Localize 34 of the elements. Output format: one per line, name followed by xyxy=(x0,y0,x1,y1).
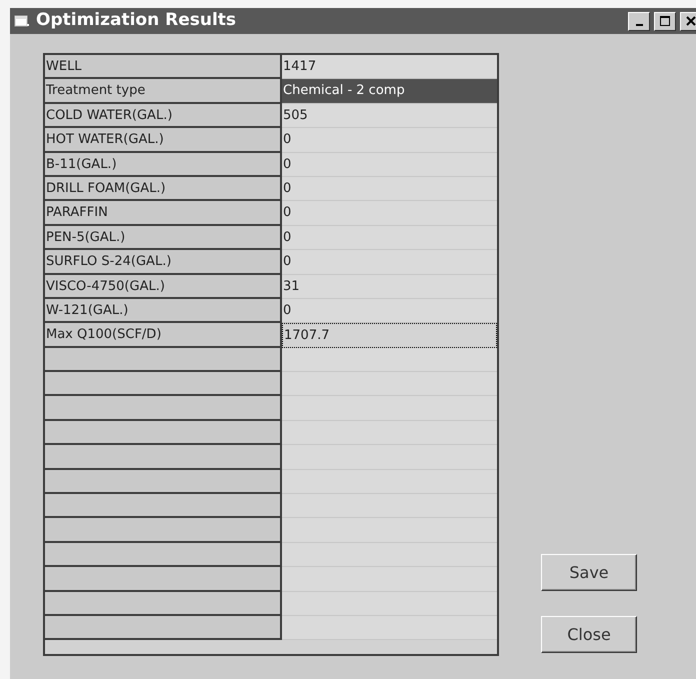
value-cell[interactable]: 0 xyxy=(282,226,497,250)
value-cell[interactable]: 0 xyxy=(282,176,497,202)
window-icon xyxy=(14,14,30,28)
row-label: VISCO-4750(GAL.) xyxy=(45,274,282,299)
window-title: Optimization Results xyxy=(36,9,236,32)
value-cell[interactable]: 0 xyxy=(282,298,497,324)
row-label: Max Q100(SCF/D) xyxy=(45,323,282,348)
row-label: WELL xyxy=(45,55,282,80)
maximize-button[interactable] xyxy=(654,12,676,30)
row-label: DRILL FOAM(GAL.) xyxy=(45,176,282,202)
row-label: COLD WATER(GAL.) xyxy=(45,104,282,128)
close-icon xyxy=(685,15,696,27)
value-cell[interactable]: 31 xyxy=(282,274,497,299)
row-label: W-121(GAL.) xyxy=(45,298,282,324)
row-label: PEN-5(GAL.) xyxy=(45,226,282,250)
row-label: SURFLO S-24(GAL.) xyxy=(45,250,282,275)
minimize-icon xyxy=(636,24,642,26)
value-cell[interactable]: 0 xyxy=(282,250,497,275)
value-cell[interactable]: 1707.7 xyxy=(282,323,497,348)
value-cell[interactable]: Chemical - 2 comp xyxy=(282,79,497,104)
maximize-icon xyxy=(659,15,671,27)
row-label: HOT WATER(GAL.) xyxy=(45,128,282,153)
value-cell[interactable]: 0 xyxy=(282,201,497,226)
row-label: Treatment type xyxy=(45,79,282,104)
value-cell[interactable]: 0 xyxy=(282,128,497,153)
value-cell[interactable]: 505 xyxy=(282,104,497,128)
minimize-button[interactable] xyxy=(628,12,650,30)
row-label: PARAFFIN xyxy=(45,201,282,226)
value-cell[interactable]: 1417 xyxy=(282,55,497,80)
close-button[interactable] xyxy=(680,12,696,30)
value-cell[interactable]: 0 xyxy=(282,152,497,177)
save-button[interactable]: Save xyxy=(541,554,637,591)
row-label: B-11(GAL.) xyxy=(45,152,282,177)
close-button[interactable]: Close xyxy=(541,616,637,653)
